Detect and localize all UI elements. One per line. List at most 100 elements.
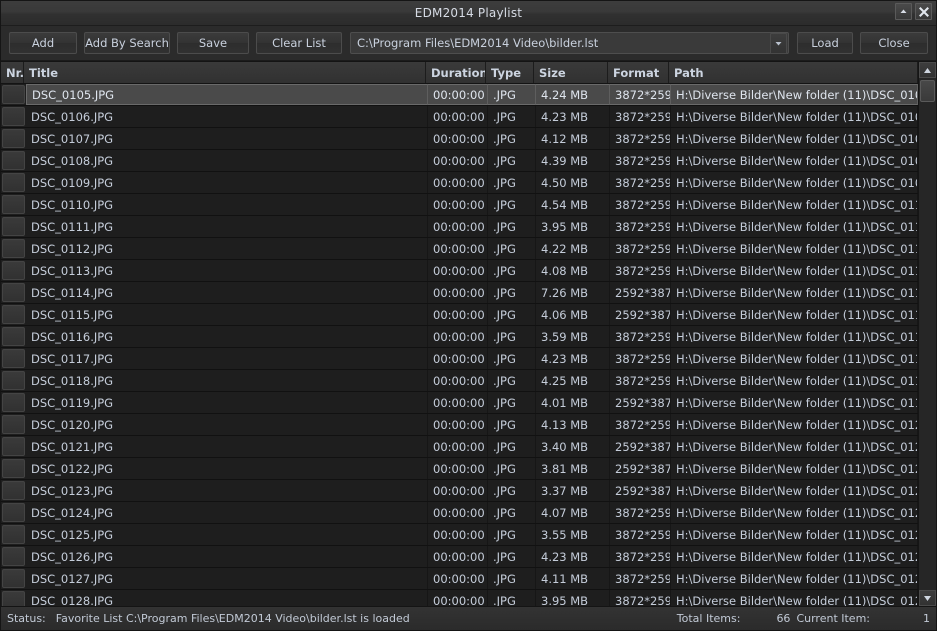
playlist-path-combobox[interactable]: C:\Program Files\EDM2014 Video\bilder.ls… bbox=[350, 32, 789, 54]
cell-size: 4.25 MB bbox=[536, 370, 610, 391]
cell-path: H:\Diverse Bilder\New folder (11)\DSC_01… bbox=[671, 304, 918, 325]
table-row[interactable]: DSC_0105.JPG00:00:00.JPG4.24 MB3872*2592… bbox=[1, 84, 918, 106]
table-row[interactable]: DSC_0112.JPG00:00:00.JPG4.22 MB3872*2592… bbox=[1, 238, 918, 260]
cell-type: .JPG bbox=[488, 128, 536, 149]
cell-size: 4.23 MB bbox=[536, 106, 610, 127]
cell-title: DSC_0115.JPG bbox=[26, 304, 428, 325]
cell-format: 3872*2592 bbox=[610, 370, 671, 391]
table-row[interactable]: DSC_0107.JPG00:00:00.JPG4.12 MB3872*2592… bbox=[1, 128, 918, 150]
cell-title: DSC_0106.JPG bbox=[26, 106, 428, 127]
add-by-search-button[interactable]: Add By Search bbox=[84, 32, 170, 54]
close-button[interactable] bbox=[915, 3, 932, 20]
cell-title: DSC_0121.JPG bbox=[26, 436, 428, 457]
cell-title: DSC_0123.JPG bbox=[26, 480, 428, 501]
vertical-scrollbar[interactable] bbox=[918, 62, 936, 606]
cell-type: .JPG bbox=[488, 106, 536, 127]
table-row[interactable]: DSC_0124.JPG00:00:00.JPG4.07 MB3872*2592… bbox=[1, 502, 918, 524]
table-row[interactable]: DSC_0126.JPG00:00:00.JPG4.23 MB3872*2592… bbox=[1, 546, 918, 568]
column-header-size[interactable]: Size bbox=[534, 62, 608, 83]
cell-title: DSC_0111.JPG bbox=[26, 216, 428, 237]
cell-path: H:\Diverse Bilder\New folder (11)\DSC_01… bbox=[671, 348, 918, 369]
table-row[interactable]: DSC_0119.JPG00:00:00.JPG4.01 MB2592*3872… bbox=[1, 392, 918, 414]
table-row[interactable]: DSC_0106.JPG00:00:00.JPG4.23 MB3872*2592… bbox=[1, 106, 918, 128]
cell-path: H:\Diverse Bilder\New folder (11)\DSC_01… bbox=[671, 260, 918, 281]
cell-duration: 00:00:00 bbox=[428, 392, 488, 413]
cell-duration: 00:00:00 bbox=[428, 590, 488, 606]
cell-path: H:\Diverse Bilder\New folder (11)\DSC_01… bbox=[671, 216, 918, 237]
cell-duration: 00:00:00 bbox=[428, 282, 488, 303]
status-label: Status: bbox=[7, 612, 46, 625]
column-header-duration[interactable]: Duration bbox=[426, 62, 486, 83]
cell-type: .JPG bbox=[488, 458, 536, 479]
table-row[interactable]: DSC_0117.JPG00:00:00.JPG4.23 MB3872*2592… bbox=[1, 348, 918, 370]
table-row[interactable]: DSC_0120.JPG00:00:00.JPG4.13 MB3872*2592… bbox=[1, 414, 918, 436]
cell-duration: 00:00:00 bbox=[428, 260, 488, 281]
table-row[interactable]: DSC_0125.JPG00:00:00.JPG3.55 MB3872*2592… bbox=[1, 524, 918, 546]
title-bar[interactable]: EDM2014 Playlist bbox=[1, 1, 936, 26]
cell-size: 4.24 MB bbox=[536, 84, 610, 105]
add-button[interactable]: Add bbox=[9, 32, 77, 54]
cell-duration: 00:00:00 bbox=[428, 480, 488, 501]
scroll-up-button[interactable] bbox=[919, 62, 936, 78]
save-button[interactable]: Save bbox=[177, 32, 249, 54]
cell-path: H:\Diverse Bilder\New folder (11)\DSC_01… bbox=[671, 194, 918, 215]
rollup-button[interactable] bbox=[895, 3, 912, 20]
table-row[interactable]: DSC_0118.JPG00:00:00.JPG4.25 MB3872*2592… bbox=[1, 370, 918, 392]
cell-title: DSC_0127.JPG bbox=[26, 568, 428, 589]
load-button[interactable]: Load bbox=[797, 32, 853, 54]
table-row[interactable]: DSC_0110.JPG00:00:00.JPG4.54 MB3872*2592… bbox=[1, 194, 918, 216]
triangle-up-icon bbox=[900, 9, 907, 13]
table-row[interactable]: DSC_0109.JPG00:00:00.JPG4.50 MB3872*2592… bbox=[1, 172, 918, 194]
cell-nr bbox=[2, 503, 25, 522]
cell-path: H:\Diverse Bilder\New folder (11)\DSC_01… bbox=[671, 458, 918, 479]
cell-duration: 00:00:00 bbox=[428, 194, 488, 215]
table-row[interactable]: DSC_0113.JPG00:00:00.JPG4.08 MB3872*2592… bbox=[1, 260, 918, 282]
table-row[interactable]: DSC_0111.JPG00:00:00.JPG3.95 MB3872*2592… bbox=[1, 216, 918, 238]
cell-nr bbox=[2, 591, 25, 606]
table-row[interactable]: DSC_0115.JPG00:00:00.JPG4.06 MB2592*3872… bbox=[1, 304, 918, 326]
close-dialog-button[interactable]: Close bbox=[860, 32, 928, 54]
column-header-type[interactable]: Type bbox=[486, 62, 534, 83]
toolbar: Add Add By Search Save Clear List C:\Pro… bbox=[1, 26, 936, 61]
cell-path: H:\Diverse Bilder\New folder (11)\DSC_01… bbox=[671, 370, 918, 391]
path-dropdown-button[interactable] bbox=[770, 32, 787, 54]
table-row[interactable]: DSC_0121.JPG00:00:00.JPG3.40 MB2592*3872… bbox=[1, 436, 918, 458]
cell-size: 4.54 MB bbox=[536, 194, 610, 215]
cell-duration: 00:00:00 bbox=[428, 414, 488, 435]
cell-type: .JPG bbox=[488, 370, 536, 391]
scroll-down-button[interactable] bbox=[919, 590, 936, 606]
cell-title: DSC_0109.JPG bbox=[26, 172, 428, 193]
table-row[interactable]: DSC_0127.JPG00:00:00.JPG4.11 MB3872*2592… bbox=[1, 568, 918, 590]
cell-title: DSC_0122.JPG bbox=[26, 458, 428, 479]
cell-nr bbox=[2, 371, 25, 390]
scrollbar-track[interactable] bbox=[919, 78, 936, 590]
table-row[interactable]: DSC_0123.JPG00:00:00.JPG3.37 MB2592*3872… bbox=[1, 480, 918, 502]
table-row[interactable]: DSC_0122.JPG00:00:00.JPG3.81 MB2592*3872… bbox=[1, 458, 918, 480]
column-header-path[interactable]: Path bbox=[669, 62, 918, 83]
total-items-label: Total Items: bbox=[676, 612, 741, 625]
playlist-path-value[interactable]: C:\Program Files\EDM2014 Video\bilder.ls… bbox=[351, 36, 770, 50]
scrollbar-thumb[interactable] bbox=[920, 80, 935, 102]
cell-type: .JPG bbox=[488, 392, 536, 413]
column-header-title[interactable]: Title bbox=[24, 62, 426, 83]
column-header-nr[interactable]: Nr. bbox=[1, 62, 24, 83]
table-row[interactable]: DSC_0108.JPG00:00:00.JPG4.39 MB3872*2592… bbox=[1, 150, 918, 172]
cell-nr bbox=[2, 195, 25, 214]
table-row[interactable]: DSC_0114.JPG00:00:00.JPG7.26 MB2592*3872… bbox=[1, 282, 918, 304]
clear-list-button[interactable]: Clear List bbox=[256, 32, 342, 54]
playlist-window: EDM2014 Playlist Add Add By Search Save … bbox=[0, 0, 937, 631]
cell-format: 3872*2592 bbox=[610, 238, 671, 259]
cell-format: 3872*2592 bbox=[610, 128, 671, 149]
cell-format: 3872*2592 bbox=[610, 172, 671, 193]
cell-size: 4.23 MB bbox=[536, 546, 610, 567]
column-header-format[interactable]: Format bbox=[608, 62, 669, 83]
cell-duration: 00:00:00 bbox=[428, 458, 488, 479]
table-row[interactable]: DSC_0116.JPG00:00:00.JPG3.59 MB3872*2592… bbox=[1, 326, 918, 348]
cell-type: .JPG bbox=[488, 260, 536, 281]
cell-title: DSC_0108.JPG bbox=[26, 150, 428, 171]
total-items-value: 66 bbox=[776, 612, 791, 625]
cell-nr bbox=[2, 305, 25, 324]
cell-size: 4.50 MB bbox=[536, 172, 610, 193]
table-row[interactable]: DSC_0128.JPG00:00:00.JPG3.95 MB3872*2592… bbox=[1, 590, 918, 606]
cell-nr bbox=[2, 151, 25, 170]
